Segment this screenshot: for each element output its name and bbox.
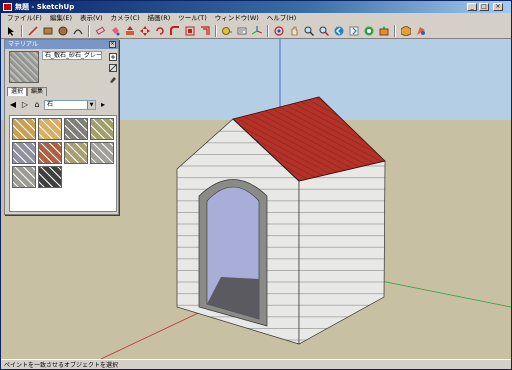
materials-panel: マテリアル × 石_敷石_砂石_グレー 選択 編集 ◀ ▷ ⌂ 石 ▼ ▸ — [4, 39, 119, 215]
arc-icon[interactable] — [71, 24, 85, 38]
tab-select[interactable]: 選択 — [7, 87, 28, 96]
material-swatch[interactable] — [12, 166, 36, 188]
offset-icon[interactable] — [198, 24, 212, 38]
close-button[interactable]: × — [493, 3, 503, 11]
material-swatch[interactable] — [38, 142, 62, 164]
materials-panel-close-button[interactable]: × — [109, 41, 116, 48]
tab-edit[interactable]: 編集 — [27, 87, 48, 96]
axes-icon[interactable] — [250, 24, 264, 38]
maximize-button[interactable]: □ — [479, 3, 489, 11]
material-category-value: 石 — [47, 101, 54, 108]
components-icon[interactable] — [399, 24, 413, 38]
material-swatch[interactable] — [12, 118, 36, 140]
pan-icon[interactable] — [287, 24, 301, 38]
toolbar-separator — [394, 24, 396, 37]
materials-tabs: 選択 編集 — [7, 87, 48, 96]
rectangle-icon[interactable] — [41, 24, 55, 38]
menu-edit[interactable]: 編集(E) — [46, 13, 76, 23]
material-swatch-grid — [9, 115, 117, 212]
chevron-down-icon[interactable]: ▼ — [87, 101, 95, 109]
window-title: 無題 - SketchUp — [15, 3, 75, 11]
menu-camera[interactable]: カメラ(C) — [107, 13, 144, 23]
next-view-icon[interactable] — [347, 24, 361, 38]
select-icon[interactable] — [4, 24, 18, 38]
menu-bar: ファイル(F) 編集(E) 表示(V) カメラ(C) 描画(R) ツール(T) … — [1, 13, 511, 23]
toolbar-separator — [88, 24, 90, 37]
materials-icon[interactable] — [414, 24, 428, 38]
menu-window[interactable]: ウィンドウ(W) — [211, 13, 263, 23]
minimize-button[interactable]: _ — [467, 3, 477, 11]
toolbar-separator — [215, 24, 217, 37]
eraser-icon[interactable] — [93, 24, 107, 38]
material-preview — [9, 51, 39, 83]
share-model-icon[interactable] — [377, 24, 391, 38]
paint-bucket-icon[interactable] — [108, 24, 122, 38]
text-icon[interactable] — [235, 24, 249, 38]
push-pull-icon[interactable] — [123, 24, 137, 38]
line-icon[interactable] — [26, 24, 40, 38]
material-swatch[interactable] — [90, 118, 114, 140]
materials-nav-row: ◀ ▷ ⌂ 石 ▼ ▸ — [8, 99, 118, 111]
materials-panel-title: マテリアル — [5, 40, 118, 49]
home-icon[interactable]: ⌂ — [32, 100, 42, 110]
menu-help[interactable]: ヘルプ(H) — [263, 13, 300, 23]
get-models-icon[interactable] — [362, 24, 376, 38]
toolbar-separator — [267, 24, 269, 37]
tape-measure-icon[interactable] — [220, 24, 234, 38]
orbit-icon[interactable] — [272, 24, 286, 38]
menu-draw[interactable]: 描画(R) — [144, 13, 175, 23]
main-toolbar — [1, 23, 511, 39]
material-swatch[interactable] — [38, 166, 62, 188]
sample-paint-icon[interactable] — [109, 75, 117, 83]
sketchup-window: 無題 - SketchUp _ □ × ファイル(F) 編集(E) 表示(V) … — [0, 0, 512, 370]
previous-view-icon[interactable] — [332, 24, 346, 38]
material-swatch[interactable] — [64, 142, 88, 164]
material-swatch[interactable] — [38, 118, 62, 140]
rotate-icon[interactable] — [153, 24, 167, 38]
default-material-icon[interactable] — [109, 64, 117, 72]
material-category-select[interactable]: 石 ▼ — [44, 100, 96, 110]
scale-icon[interactable] — [183, 24, 197, 38]
zoom-extents-icon[interactable] — [317, 24, 331, 38]
menu-view[interactable]: 表示(V) — [76, 13, 107, 23]
menu-tools[interactable]: ツール(T) — [174, 13, 211, 23]
move-icon[interactable] — [138, 24, 152, 38]
zoom-icon[interactable] — [302, 24, 316, 38]
material-swatch[interactable] — [12, 142, 36, 164]
follow-me-icon[interactable] — [168, 24, 182, 38]
title-bar[interactable]: 無題 - SketchUp _ □ × — [1, 1, 511, 13]
forward-arrow-icon[interactable]: ▷ — [20, 100, 30, 110]
circle-icon[interactable] — [56, 24, 70, 38]
back-arrow-icon[interactable]: ◀ — [8, 100, 18, 110]
sketchup-logo-icon — [3, 3, 12, 11]
details-arrow-icon[interactable]: ▸ — [98, 100, 108, 110]
status-bar: ペイントを一致させるオブジェクトを選択 — [1, 359, 511, 369]
status-text: ペイントを一致させるオブジェクトを選択 — [4, 362, 119, 369]
material-swatch[interactable] — [64, 118, 88, 140]
material-name-field[interactable]: 石_敷石_砂石_グレー — [42, 51, 102, 60]
create-material-icon[interactable] — [109, 53, 117, 61]
toolbar-separator — [21, 24, 23, 37]
material-swatch[interactable] — [90, 142, 114, 164]
menu-file[interactable]: ファイル(F) — [3, 13, 46, 23]
